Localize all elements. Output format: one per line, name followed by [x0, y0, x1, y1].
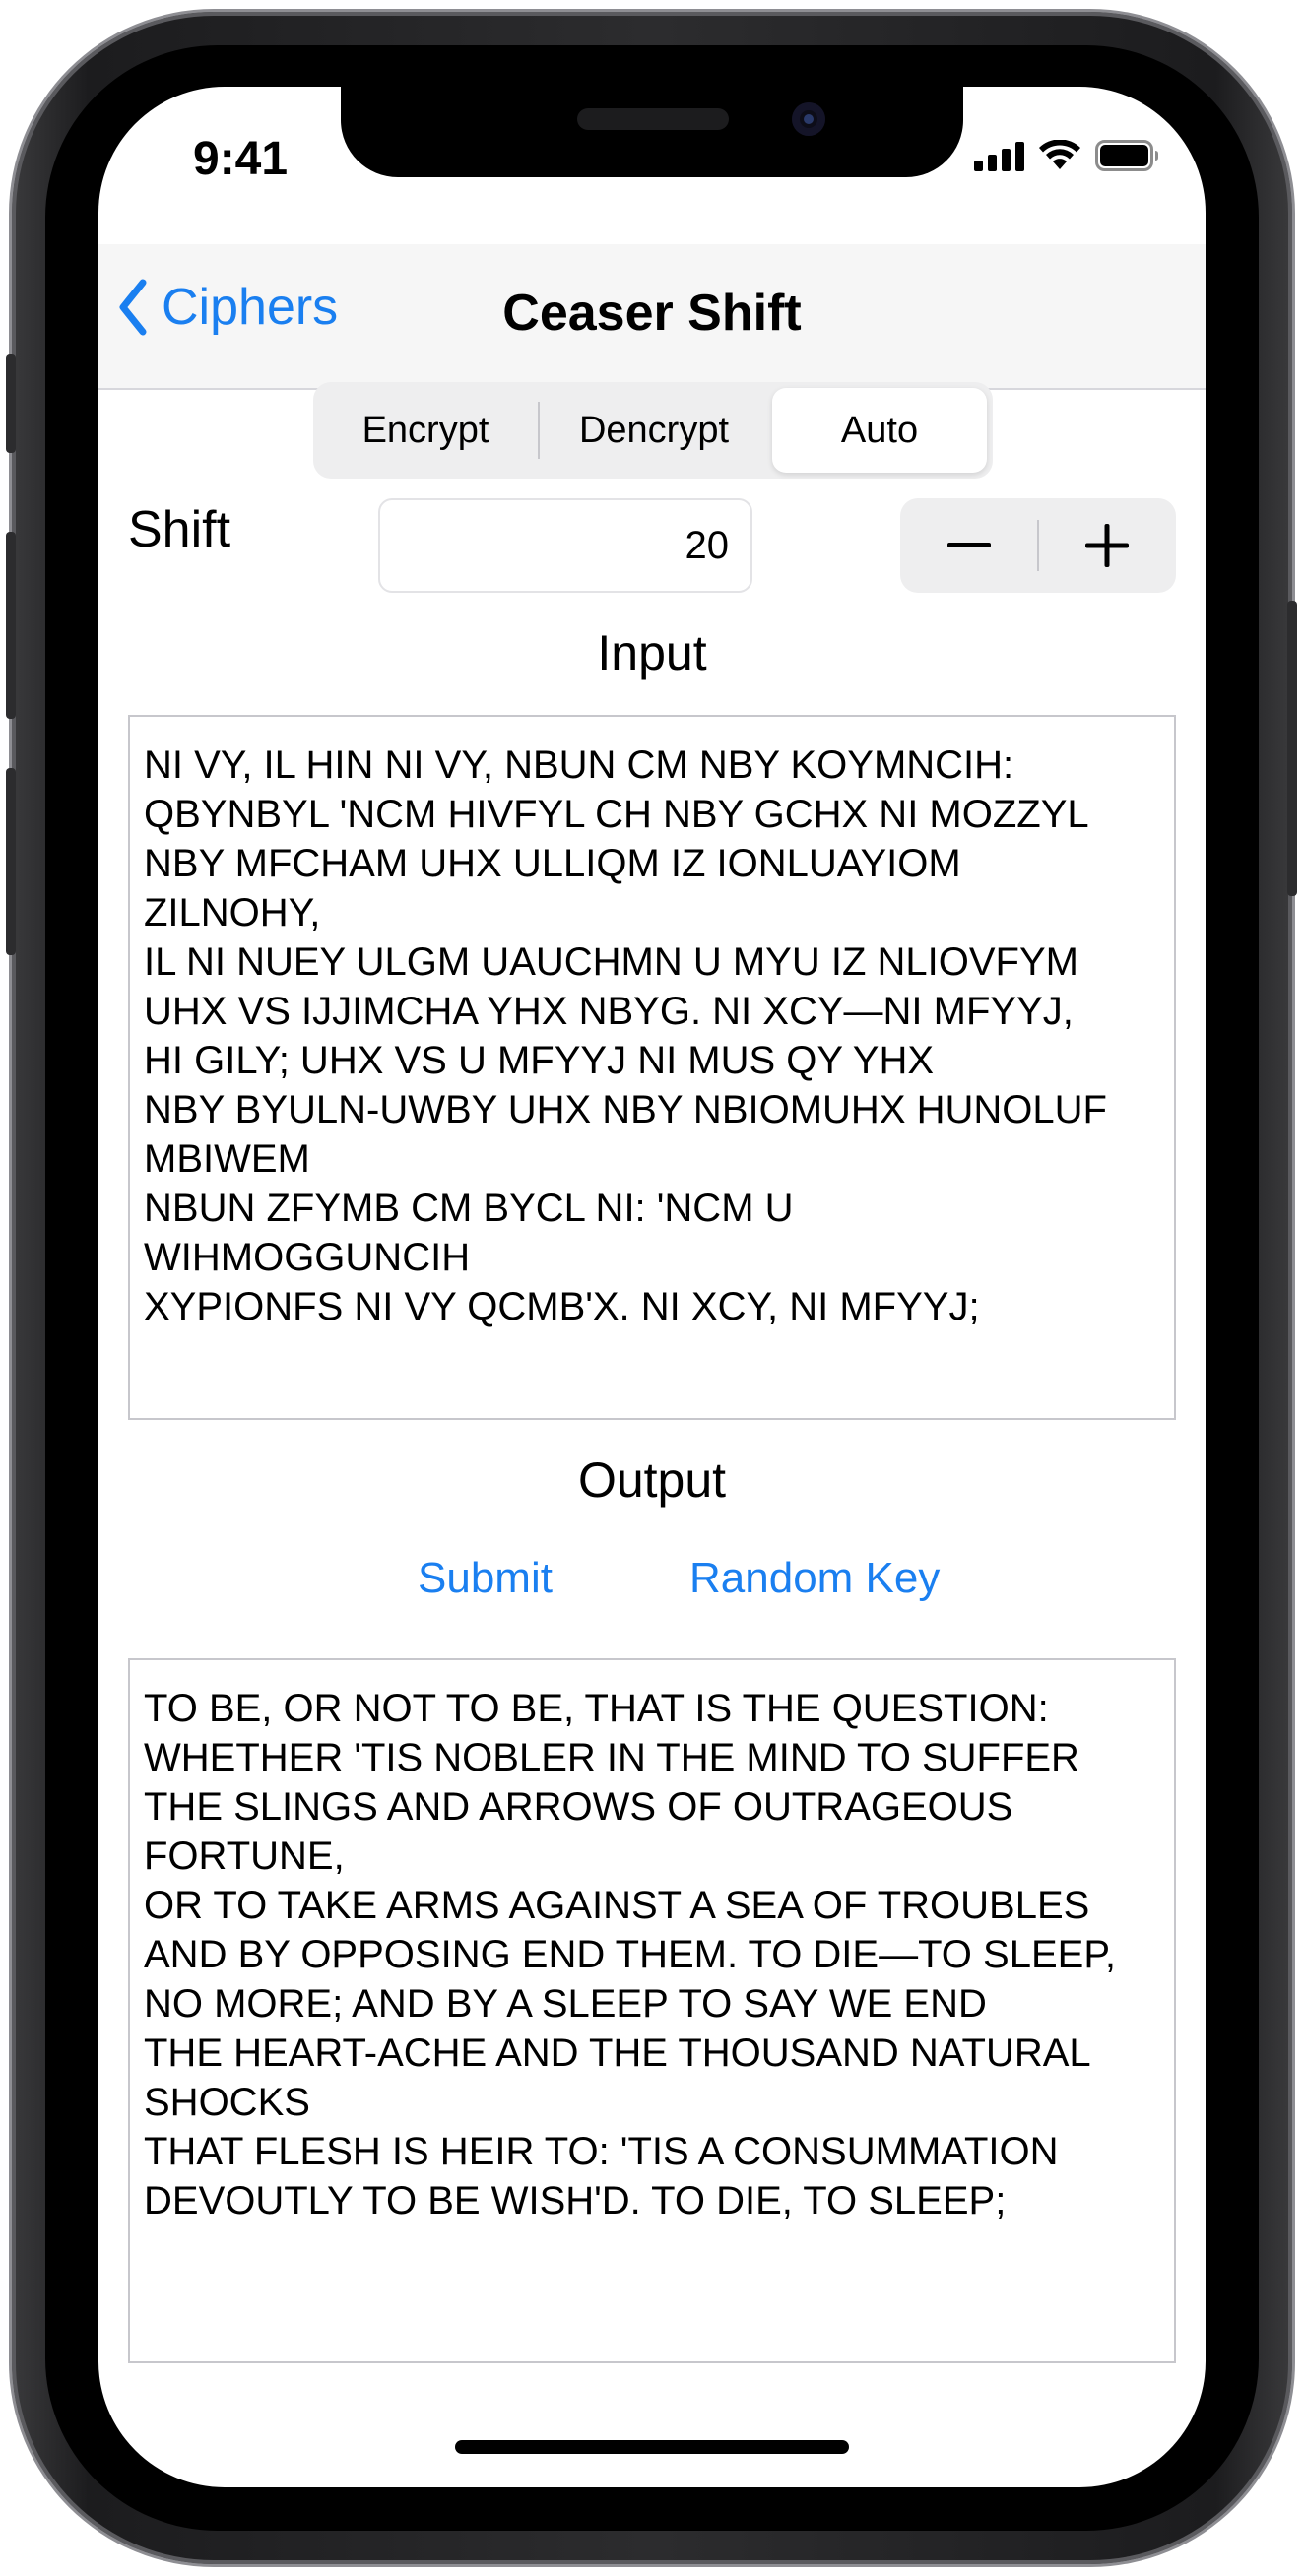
volume-up-button [6, 532, 16, 719]
screen: 9:41 Ciphers Ceaser Shift Encrypt Dencry… [98, 87, 1206, 2487]
decrement-button[interactable] [900, 498, 1038, 593]
nav-title: Ceaser Shift [502, 285, 802, 342]
mode-segmented-control: Encrypt Dencrypt Auto [313, 382, 993, 479]
shift-stepper [900, 498, 1176, 593]
status-time: 9:41 [193, 133, 289, 185]
home-indicator [455, 2440, 849, 2454]
minus-icon [947, 543, 991, 547]
submit-button[interactable]: Submit [418, 1554, 553, 1603]
output-textarea[interactable]: TO BE, OR NOT TO BE, THAT IS THE QUESTIO… [128, 1658, 1176, 2363]
volume-down-button [6, 768, 16, 955]
shift-label: Shift [128, 501, 231, 558]
input-label: Input [597, 625, 707, 680]
signal-icon [974, 142, 1024, 171]
segment-decrypt[interactable]: Dencrypt [540, 382, 768, 479]
segment-encrypt[interactable]: Encrypt [313, 382, 538, 479]
input-textarea[interactable]: NI VY, IL HIN NI VY, NBUN CM NBY KOYMNCI… [128, 715, 1176, 1420]
shift-input[interactable] [378, 498, 752, 593]
battery-icon [1095, 140, 1158, 171]
power-button [1287, 601, 1297, 896]
wifi-icon [1039, 140, 1080, 169]
front-camera [792, 102, 825, 136]
segment-auto[interactable]: Auto [772, 388, 987, 473]
increment-button[interactable] [1038, 498, 1176, 593]
random-key-button[interactable]: Random Key [689, 1554, 940, 1603]
mute-switch [6, 354, 16, 453]
navigation-bar: Ciphers Ceaser Shift [98, 244, 1206, 390]
status-icons [974, 140, 1160, 171]
notch [341, 87, 963, 177]
plus-icon [1085, 524, 1129, 567]
output-label: Output [577, 1452, 727, 1508]
speaker-grille [577, 108, 729, 130]
